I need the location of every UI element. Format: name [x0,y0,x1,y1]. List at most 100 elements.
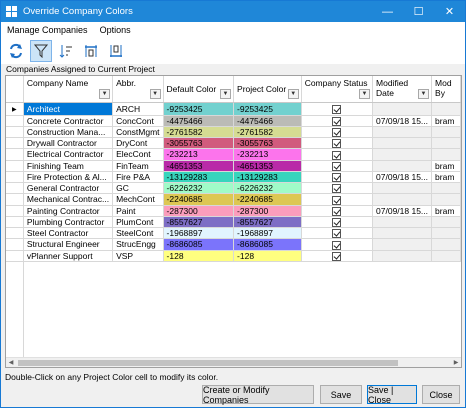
col-default-color[interactable]: Default Color ▼ [163,76,235,103]
scroll-left-icon[interactable]: ◀ [6,358,16,368]
abbr-cell[interactable]: MechCont [112,193,164,206]
mod-by-cell[interactable] [431,216,461,229]
table-row[interactable]: Plumbing Contractor PlumCont -8557627 -8557… [6,216,461,229]
close-button[interactable]: Close [422,385,460,404]
close-icon[interactable]: ✕ [434,1,465,22]
table-row[interactable]: Fire Protection & Al... Fire P&A -13129283… [6,171,461,184]
abbr-cell[interactable]: SteelCont [112,227,164,240]
abbr-cell[interactable]: GC [112,182,164,195]
status-checkbox[interactable] [332,229,342,238]
company-status-cell[interactable] [301,205,374,217]
default-color-cell[interactable]: -8557627 [163,216,235,229]
company-status-cell[interactable] [301,227,374,240]
table-row[interactable]: Steel Contractor SteelCont -1968897 -196889… [6,227,461,240]
company-name-cell[interactable]: Structural Engineer [23,238,114,251]
company-name-cell[interactable]: Painting Contractor [23,205,114,217]
project-color-cell[interactable]: -232213 [233,148,302,161]
modified-date-cell[interactable] [372,216,433,229]
modified-date-cell[interactable] [372,160,433,172]
default-color-cell[interactable]: -9253425 [163,102,235,116]
abbr-cell[interactable]: ConcCont [112,115,164,127]
sort-icon[interactable] [55,40,77,62]
status-checkbox[interactable] [332,150,342,159]
row-selector[interactable] [6,182,24,195]
status-checkbox[interactable] [332,161,342,171]
default-color-cell[interactable]: -6226232 [163,182,235,195]
modified-date-cell[interactable] [372,250,433,262]
maximize-icon[interactable]: ☐ [403,1,434,22]
mod-by-cell[interactable]: bram [431,115,461,127]
table-row[interactable]: Concrete Contractor ConcCont -4475466 -4475… [6,115,461,127]
save-button[interactable]: Save [320,385,362,404]
company-status-cell[interactable] [301,102,374,116]
modified-date-cell[interactable] [372,182,433,195]
row-selector[interactable] [6,227,24,240]
abbr-cell[interactable]: DryCont [112,137,164,150]
row-selector[interactable] [6,115,24,127]
abbr-cell[interactable]: Paint [112,205,164,217]
row-selector[interactable] [6,160,24,172]
company-status-cell[interactable] [301,160,374,172]
company-status-cell[interactable] [301,115,374,127]
row-selector[interactable] [6,193,24,206]
mod-by-cell[interactable] [431,126,461,139]
row-selector[interactable] [6,126,24,139]
menu-manage-companies[interactable]: Manage Companies [1,25,94,35]
status-checkbox[interactable] [332,195,342,204]
status-checkbox[interactable] [332,128,342,137]
modified-date-cell[interactable] [372,148,433,161]
company-status-cell[interactable] [301,148,374,161]
scroll-right-icon[interactable]: ▶ [451,358,461,368]
modified-date-cell[interactable] [372,227,433,240]
modified-date-cell[interactable]: 07/09/18 15... [372,205,433,217]
default-color-cell[interactable]: -4651353 [163,160,235,172]
status-checkbox[interactable] [332,104,342,114]
project-color-cell[interactable]: -9253425 [233,102,302,116]
row-selector[interactable] [6,250,24,262]
modified-date-cell[interactable] [372,126,433,139]
default-color-cell[interactable]: -4475466 [163,115,235,127]
save-close-button[interactable]: Save | Close [367,385,417,405]
company-name-cell[interactable]: Drywall Contractor [23,137,114,150]
company-status-cell[interactable] [301,126,374,139]
row-selector[interactable] [6,238,24,251]
filter-dropdown-icon[interactable]: ▼ [359,89,371,99]
company-status-cell[interactable] [301,238,374,251]
create-modify-companies-button[interactable]: Create or Modify Companies [202,385,314,405]
project-color-cell[interactable]: -4651353 [233,160,302,172]
default-color-cell[interactable]: -128 [163,250,235,262]
abbr-cell[interactable]: PlumCont [112,216,164,229]
project-color-cell[interactable]: -3055763 [233,137,302,150]
mod-by-cell[interactable] [431,250,461,262]
col-project-color[interactable]: Project Color ▼ [233,76,302,103]
filter-dropdown-icon[interactable]: ▼ [418,89,430,99]
mod-by-cell[interactable] [431,227,461,240]
table-row[interactable]: Construction Mana... ConstMgmt -2761582 -27… [6,126,461,139]
abbr-cell[interactable]: VSP [112,250,164,262]
company-name-cell[interactable]: Electrical Contractor [23,148,114,161]
mod-by-cell[interactable] [431,148,461,161]
project-color-cell[interactable]: -13129283 [233,171,302,184]
company-name-cell[interactable]: Mechanical Contrac... [23,193,114,206]
refresh-icon[interactable] [5,40,27,62]
table-row[interactable]: Drywall Contractor DryCont -3055763 -305576… [6,137,461,150]
company-name-cell[interactable]: vPlanner Support [23,250,114,262]
company-name-cell[interactable]: Architect [23,102,114,116]
mod-by-cell[interactable]: bram [431,160,461,172]
col-abbr[interactable]: Abbr. ▼ [112,76,164,103]
filter-dropdown-icon[interactable]: ▼ [99,89,111,99]
row-selector[interactable]: ▶ [6,102,24,116]
company-status-cell[interactable] [301,193,374,206]
project-color-cell[interactable]: -128 [233,250,302,262]
abbr-cell[interactable]: FinTeam [112,160,164,172]
project-color-cell[interactable]: -2240685 [233,193,302,206]
company-status-cell[interactable] [301,182,374,195]
status-checkbox[interactable] [332,206,342,216]
horizontal-scrollbar[interactable]: ◀ ▶ [6,357,461,367]
col-mod-by[interactable]: Mod By [431,76,461,103]
row-selector[interactable] [6,148,24,161]
default-color-cell[interactable]: -287300 [163,205,235,217]
project-color-cell[interactable]: -1968897 [233,227,302,240]
mod-by-cell[interactable]: bram [431,171,461,184]
abbr-cell[interactable]: ConstMgmt [112,126,164,139]
